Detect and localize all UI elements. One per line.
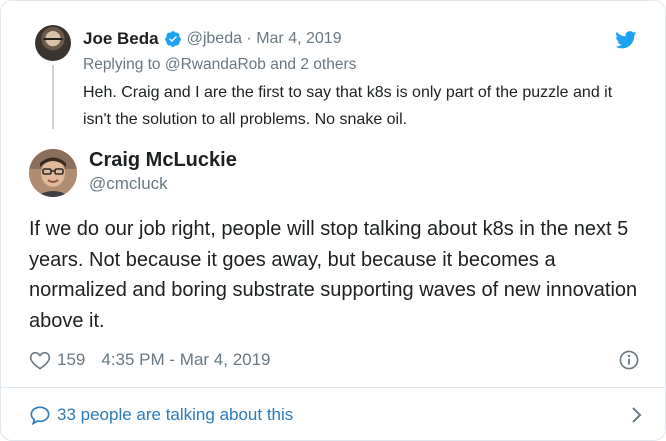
tweet-meta-row: 159 4:35 PM - Mar 4, 2019 (29, 348, 271, 372)
verified-badge-icon (164, 31, 181, 47)
author-avatar[interactable] (29, 149, 77, 197)
parent-author-avatar[interactable] (35, 25, 71, 61)
replying-to-label[interactable]: Replying to @RwandaRob and 2 others (83, 56, 356, 74)
author-handle[interactable]: @cmcluck (89, 174, 168, 194)
speech-bubble-icon (30, 406, 50, 425)
parent-tweet[interactable]: Joe Beda @jbeda · Mar 4, 2019 Replying t… (1, 1, 665, 136)
chevron-right-icon[interactable] (629, 406, 643, 424)
footer-divider (1, 387, 665, 388)
like-count[interactable]: 159 (57, 350, 85, 370)
author-name[interactable]: Craig McLuckie (89, 149, 237, 172)
author-avatar-photo (29, 149, 77, 197)
parent-date[interactable]: Mar 4, 2019 (256, 30, 341, 48)
parent-author-name[interactable]: Joe Beda (83, 29, 159, 49)
embedded-tweet-card: Joe Beda @jbeda · Mar 4, 2019 Replying t… (0, 0, 666, 441)
info-icon[interactable] (619, 350, 639, 370)
heart-icon[interactable] (29, 350, 51, 370)
parent-separator: · (241, 30, 257, 47)
parent-tweet-header: Joe Beda @jbeda · Mar 4, 2019 (83, 29, 342, 49)
talking-about-link[interactable]: 33 people are talking about this (57, 405, 293, 425)
conversation-footer[interactable]: 33 people are talking about this (29, 399, 643, 431)
tweet-timestamp[interactable]: 4:35 PM - Mar 4, 2019 (101, 350, 270, 370)
twitter-bird-icon[interactable] (615, 31, 637, 49)
tweet-text: If we do our job right, people will stop… (29, 218, 638, 332)
parent-tweet-text: Heh. Craig and I are the first to say th… (83, 84, 613, 128)
thread-connector-line (52, 65, 54, 129)
parent-handle[interactable]: @jbeda (187, 30, 242, 48)
